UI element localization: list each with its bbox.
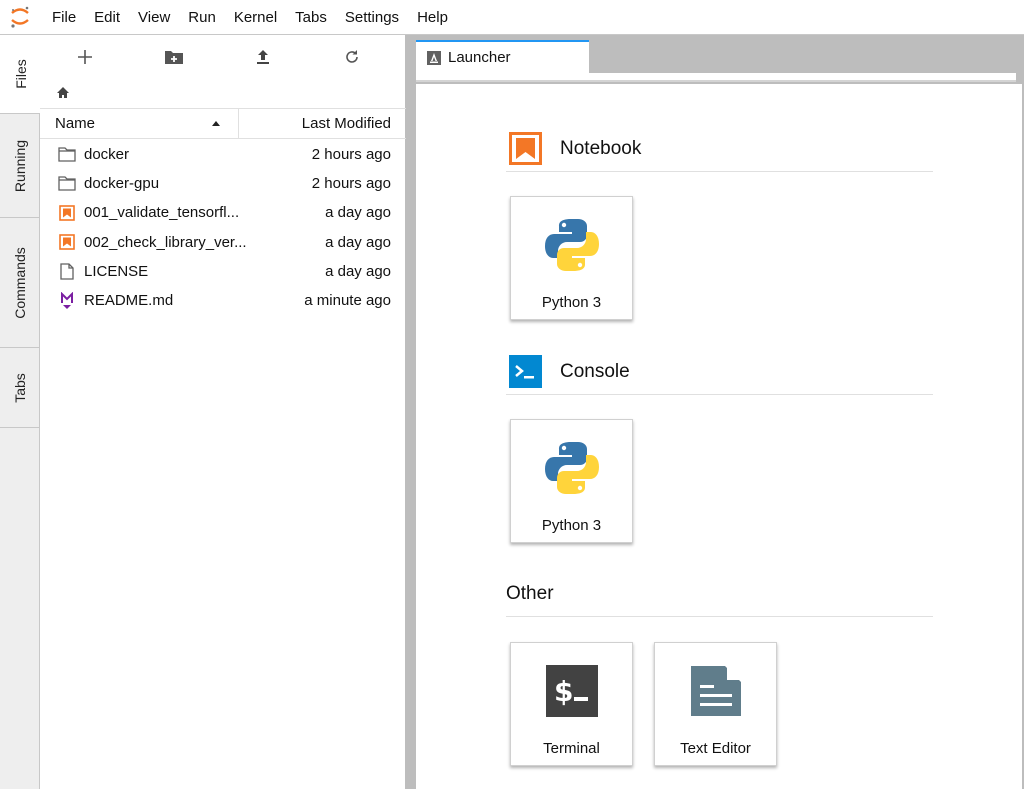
left-sidebar: Files Running Commands Tabs (0, 35, 41, 789)
notebook-icon (509, 132, 542, 165)
file-name: docker (84, 146, 130, 164)
file-row[interactable]: LICENSE a day ago (40, 257, 406, 286)
launcher-section-notebook: Notebook (506, 126, 933, 172)
modified-column-header[interactable]: Last Modified (239, 109, 406, 138)
menu-tabs[interactable]: Tabs (287, 0, 335, 35)
launcher-card-notebook-python3[interactable]: Python 3 (510, 196, 633, 320)
file-modified: a day ago (325, 262, 391, 280)
sidebar-tab-commands[interactable]: Commands (0, 218, 40, 348)
file-name: README.md (84, 292, 174, 310)
menu-file[interactable]: File (44, 0, 84, 35)
sidebar-tab-label: Running (12, 139, 28, 192)
menu-edit[interactable]: Edit (86, 0, 128, 35)
new-folder-icon (164, 51, 183, 64)
python-logo-icon (541, 437, 603, 499)
svg-text:$: $ (554, 675, 573, 708)
sidebar-tab-label: Files (12, 59, 29, 89)
sidebar-tab-running[interactable]: Running (0, 114, 40, 218)
card-label: Terminal (543, 740, 600, 757)
file-browser: Name Last Modified docker 2 hours ago do… (40, 35, 406, 789)
file-list-header: Name Last Modified (40, 108, 406, 139)
file-list: docker 2 hours ago docker-gpu 2 hours ag… (40, 140, 406, 315)
launcher-panel: Notebook Python 3 Console Python 3 Other… (416, 84, 1022, 789)
tab-launcher[interactable]: Launcher (416, 40, 589, 73)
sort-ascending-icon (212, 121, 220, 126)
folder-icon (58, 175, 76, 193)
main-dock-area: Launcher Notebook Python 3 Console Pytho… (406, 35, 1024, 789)
new-launcher-button[interactable] (40, 35, 129, 79)
launcher-card-terminal[interactable]: $ Terminal (510, 642, 633, 766)
upload-icon (256, 50, 269, 64)
file-modified: a minute ago (304, 292, 391, 310)
file-modified: a day ago (325, 233, 391, 251)
file-name: 001_validate_tensorfl... (84, 204, 240, 222)
file-icon (58, 262, 76, 280)
file-modified: 2 hours ago (311, 146, 391, 164)
notebook-icon (58, 204, 76, 222)
menu-bar: File Edit View Run Kernel Tabs Settings … (0, 0, 1024, 35)
file-name: 002_check_library_ver... (84, 233, 247, 251)
refresh-icon (345, 50, 358, 63)
console-icon (509, 355, 542, 388)
card-label: Python 3 (541, 294, 602, 311)
sidebar-tab-files[interactable]: Files (0, 35, 41, 114)
launcher-card-console-python3[interactable]: Python 3 (510, 419, 633, 543)
launcher-section-console: Console (506, 349, 933, 395)
file-row[interactable]: 002_check_library_ver... a day ago (40, 228, 406, 257)
text-editor-icon (685, 660, 747, 722)
folder-icon (58, 146, 76, 164)
section-title: Other (506, 582, 554, 604)
sidebar-tab-tabs[interactable]: Tabs (0, 348, 40, 428)
name-column-header[interactable]: Name (40, 109, 239, 138)
sidebar-tab-label: Commands (12, 246, 28, 319)
modified-column-label: Last Modified (301, 115, 391, 132)
new-folder-button[interactable] (129, 35, 218, 79)
launcher-section-other: Other (506, 571, 933, 617)
card-label: Python 3 (541, 517, 602, 534)
file-modified: 2 hours ago (311, 175, 391, 193)
section-title: Console (560, 360, 630, 382)
file-row[interactable]: README.md a minute ago (40, 286, 406, 315)
tab-label: Launcher (448, 49, 511, 66)
notebook-icon (58, 233, 76, 251)
menu-settings[interactable]: Settings (337, 0, 407, 35)
file-row[interactable]: docker 2 hours ago (40, 140, 406, 169)
card-label: Text Editor (680, 740, 751, 757)
name-column-label: Name (55, 115, 96, 132)
menu-run[interactable]: Run (180, 0, 224, 35)
terminal-icon: $ (541, 660, 603, 722)
refresh-button[interactable] (307, 35, 396, 79)
python-logo-icon (541, 214, 603, 276)
file-row[interactable]: docker-gpu 2 hours ago (40, 169, 406, 198)
home-icon (57, 87, 69, 98)
menu-help[interactable]: Help (409, 0, 456, 35)
jupyter-logo-icon (0, 0, 40, 35)
section-title: Notebook (560, 137, 642, 159)
upload-button[interactable] (218, 35, 307, 79)
file-row[interactable]: 001_validate_tensorfl... a day ago (40, 198, 406, 227)
breadcrumb-home[interactable] (56, 86, 70, 102)
file-modified: a day ago (325, 204, 391, 222)
tab-bar-underline (416, 73, 1016, 82)
file-name: LICENSE (84, 262, 149, 280)
menu-kernel[interactable]: Kernel (226, 0, 285, 35)
markdown-icon (58, 291, 76, 310)
menu-view[interactable]: View (130, 0, 178, 35)
file-browser-toolbar (40, 35, 406, 79)
sidebar-tab-label: Tabs (11, 372, 28, 403)
file-name: docker-gpu (84, 175, 160, 193)
launcher-icon (427, 50, 441, 65)
plus-icon (77, 50, 92, 64)
launcher-card-text-editor[interactable]: Text Editor (654, 642, 777, 766)
